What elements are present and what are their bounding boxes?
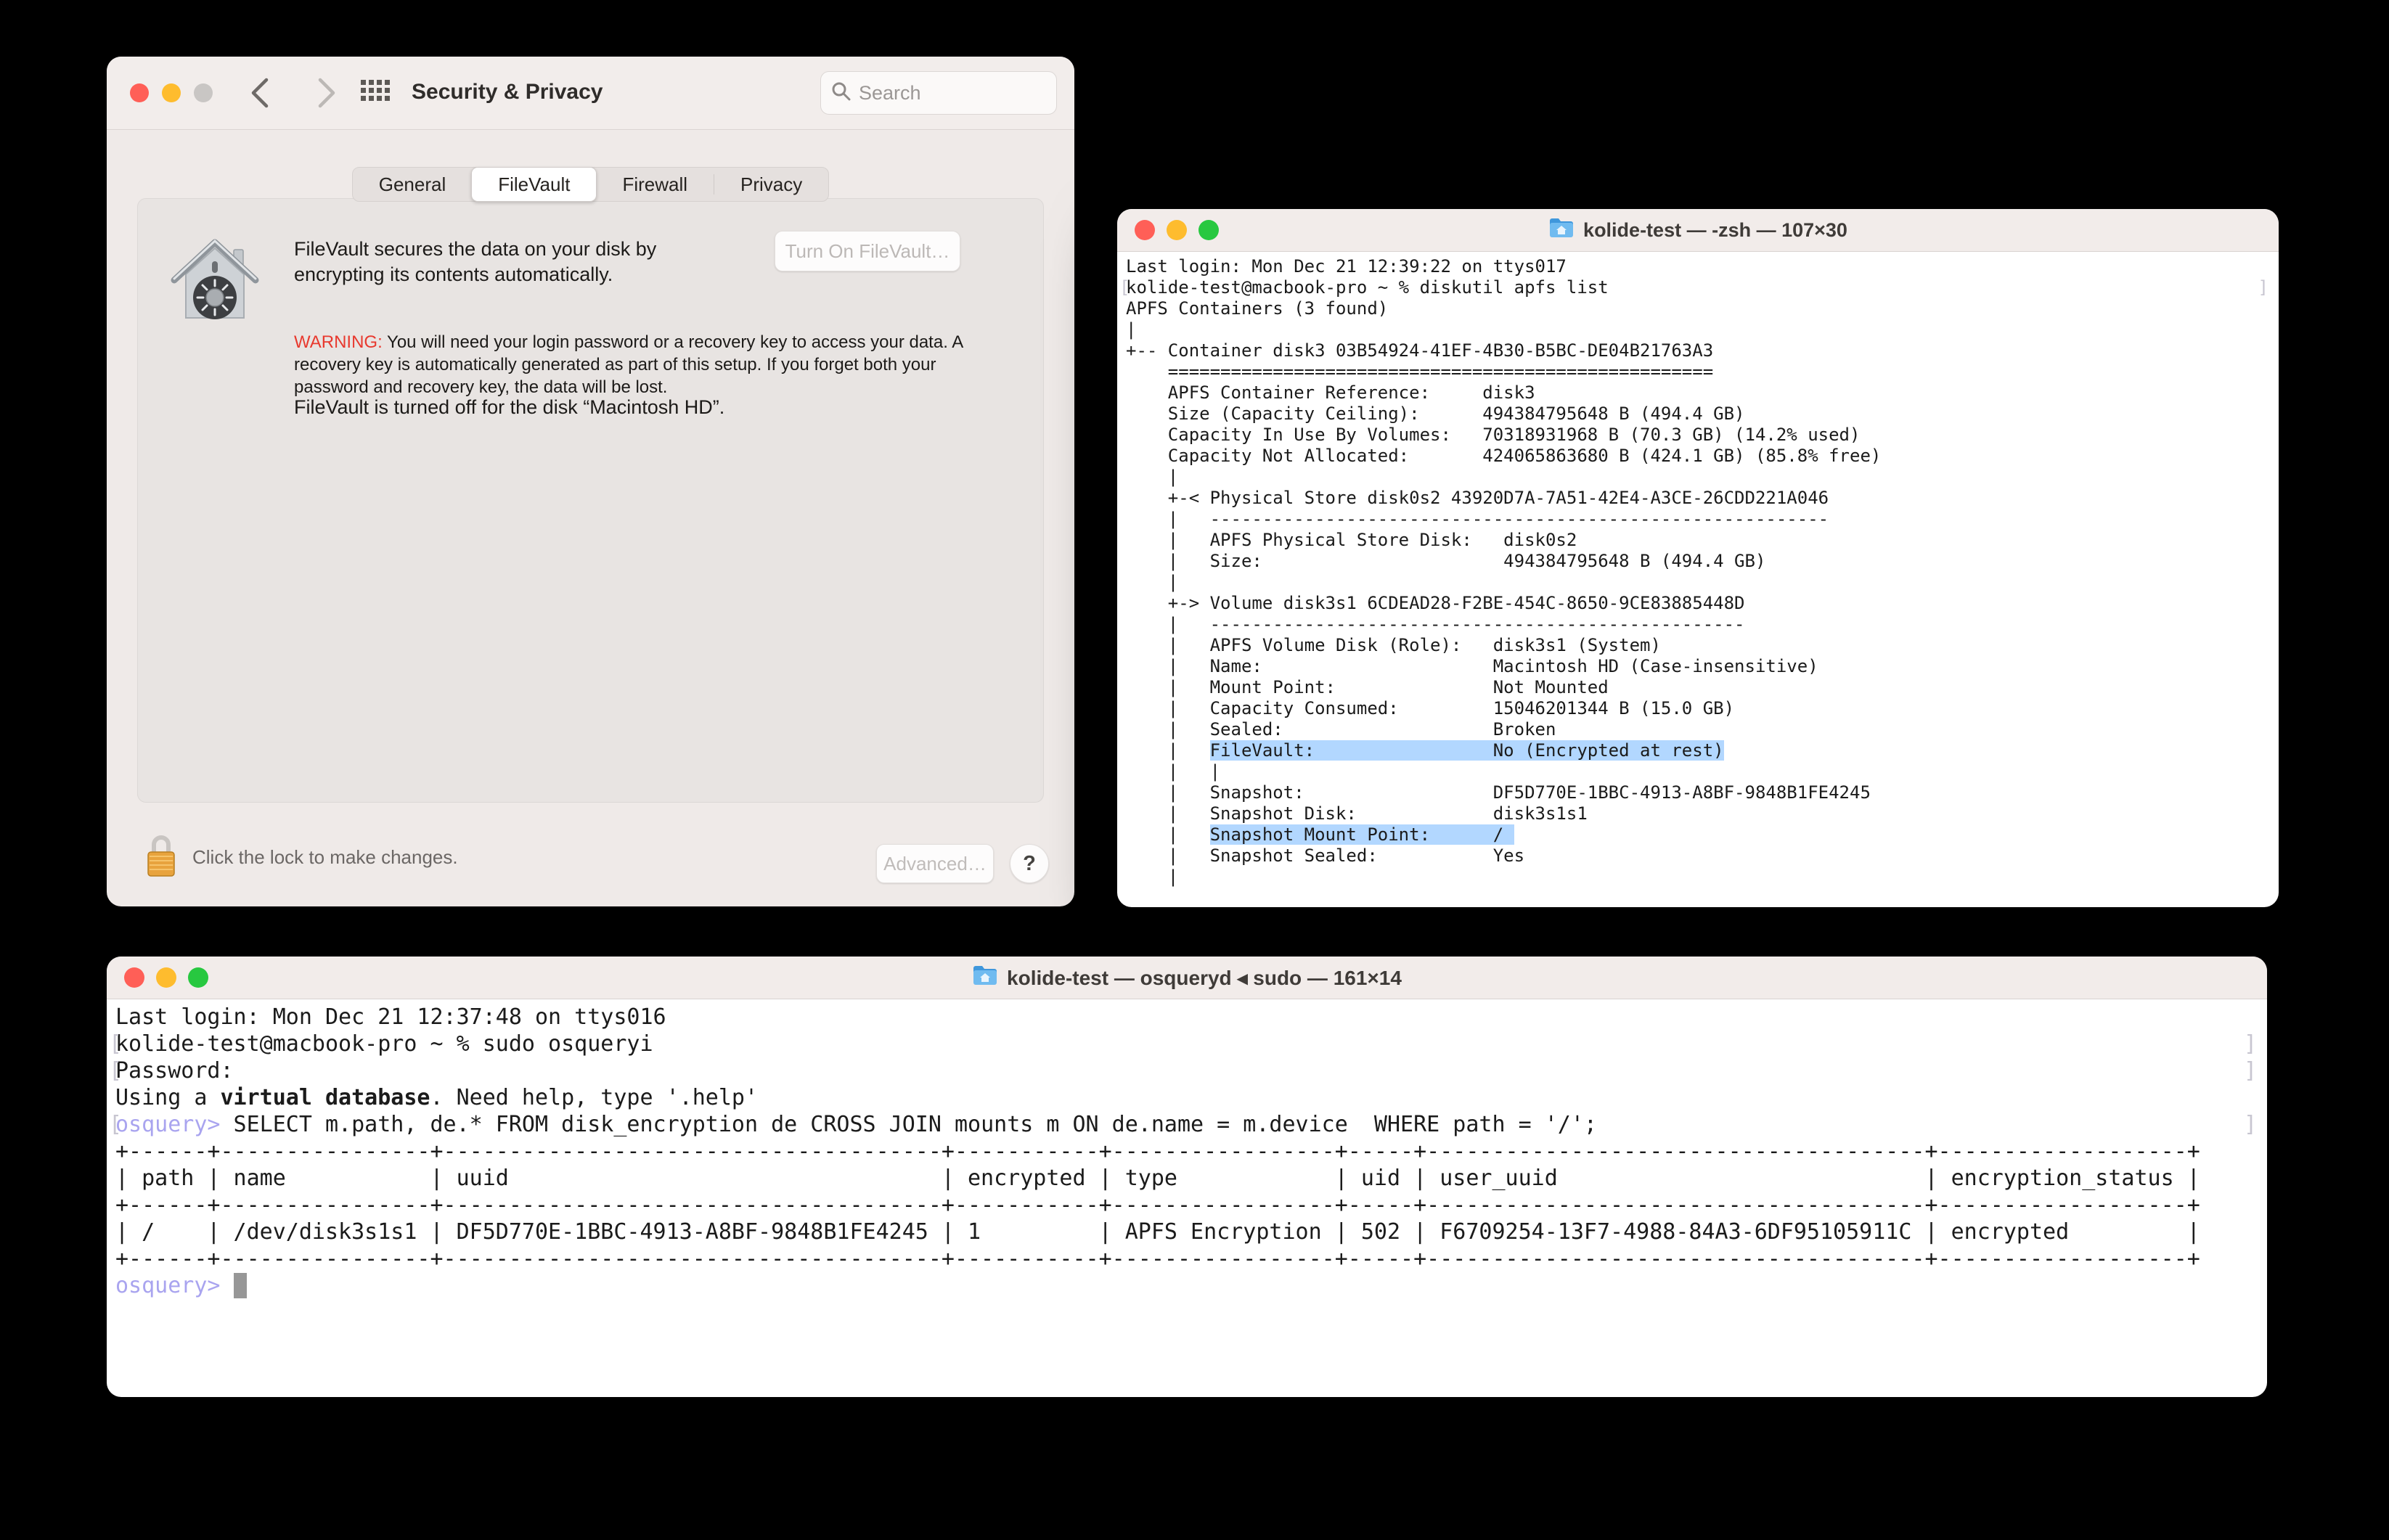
traffic-lights bbox=[130, 83, 213, 102]
tab-firewall[interactable]: Firewall bbox=[596, 168, 714, 201]
search-input[interactable]: Search bbox=[820, 71, 1057, 115]
prompt-mark-close: ] bbox=[2244, 1057, 2257, 1084]
prompt-mark-close: ] bbox=[2244, 1031, 2257, 1057]
tab-general[interactable]: General bbox=[353, 168, 473, 201]
terminal-cursor bbox=[234, 1273, 247, 1298]
tab-filevault[interactable]: FileVault bbox=[471, 167, 597, 202]
zoom-button[interactable] bbox=[1198, 220, 1219, 240]
close-button[interactable] bbox=[1135, 220, 1155, 240]
filevault-description: FileVault secures the data on your disk … bbox=[294, 237, 715, 287]
prompt-mark-open: [ bbox=[109, 1057, 122, 1084]
warning-label: WARNING: bbox=[294, 332, 383, 352]
filevault-warning: WARNING: You will need your login passwo… bbox=[294, 331, 965, 398]
terminal-output: Last login: Mon Dec 21 12:39:22 on ttys0… bbox=[1117, 252, 2279, 892]
terminal-content[interactable]: [ ] Last login: Mon Dec 21 12:39:22 on t… bbox=[1117, 252, 2279, 907]
security-privacy-window: Security & Privacy Search General FileVa… bbox=[107, 57, 1074, 906]
terminal-osquery-window: kolide-test — osqueryd ◂ sudo — 161×14 [… bbox=[107, 957, 2267, 1397]
query-result-table: +------+----------------+---------------… bbox=[115, 1139, 2200, 1271]
minimize-button[interactable] bbox=[1167, 220, 1187, 240]
osquery-prompt: osquery> bbox=[115, 1112, 221, 1137]
tab-bar: General FileVault Firewall Privacy bbox=[352, 167, 830, 202]
lock-hint-text: Click the lock to make changes. bbox=[192, 846, 458, 869]
lock-icon[interactable] bbox=[146, 833, 176, 882]
window-title: Security & Privacy bbox=[412, 80, 603, 105]
forward-icon[interactable] bbox=[316, 74, 338, 112]
prompt-mark-open: [ bbox=[109, 1031, 122, 1057]
advanced-button[interactable]: Advanced… bbox=[876, 844, 994, 883]
show-all-grid-icon[interactable] bbox=[361, 80, 391, 106]
osquery-prompt: osquery> bbox=[115, 1273, 221, 1298]
home-folder-icon bbox=[972, 964, 998, 992]
zoom-button[interactable] bbox=[194, 83, 213, 102]
close-button[interactable] bbox=[130, 83, 149, 102]
titlebar: kolide-test — osqueryd ◂ sudo — 161×14 bbox=[107, 957, 2267, 999]
prompt-mark-close: ] bbox=[2244, 1111, 2257, 1138]
help-button[interactable]: ? bbox=[1010, 844, 1049, 883]
home-folder-icon bbox=[1548, 216, 1575, 245]
filevault-status-text: FileVault is turned off for the disk “Ma… bbox=[294, 396, 724, 419]
filevault-house-icon bbox=[170, 235, 260, 329]
zoom-button[interactable] bbox=[188, 967, 208, 988]
minimize-button[interactable] bbox=[156, 967, 176, 988]
traffic-lights bbox=[1135, 220, 1219, 240]
terminal-content[interactable]: [ ] [ ] [ ] Last login: Mon Dec 21 12:37… bbox=[107, 999, 2267, 1397]
search-icon bbox=[831, 81, 852, 105]
window-title: kolide-test — osqueryd ◂ sudo — 161×14 bbox=[1007, 966, 1402, 990]
back-icon[interactable] bbox=[249, 74, 271, 112]
tab-privacy[interactable]: Privacy bbox=[714, 168, 828, 201]
prompt-mark-close: ] bbox=[2258, 277, 2268, 298]
window-title: kolide-test — -zsh — 107×30 bbox=[1583, 219, 1847, 242]
search-placeholder: Search bbox=[859, 82, 921, 105]
titlebar: Security & Privacy Search bbox=[107, 57, 1074, 130]
traffic-lights bbox=[124, 967, 208, 988]
terminal-output: Last login: Mon Dec 21 12:37:48 on ttys0… bbox=[107, 999, 2267, 1303]
minimize-button[interactable] bbox=[162, 83, 181, 102]
warning-text: You will need your login password or a r… bbox=[294, 332, 963, 397]
prompt-mark-open: [ bbox=[109, 1111, 122, 1138]
terminal-zsh-window: kolide-test — -zsh — 107×30 [ ] Last log… bbox=[1117, 209, 2279, 907]
prompt-mark-open: [ bbox=[1119, 277, 1130, 298]
close-button[interactable] bbox=[124, 967, 144, 988]
titlebar: kolide-test — -zsh — 107×30 bbox=[1117, 209, 2279, 252]
selected-text-filevault: FileVault: No (Encrypted at rest) bbox=[1210, 740, 1724, 761]
selected-text-snapshot-mount: Snapshot Mount Point: / bbox=[1210, 824, 1514, 845]
turn-on-filevault-button[interactable]: Turn On FileVault… bbox=[775, 231, 960, 271]
filevault-panel: FileVault secures the data on your disk … bbox=[137, 198, 1044, 803]
